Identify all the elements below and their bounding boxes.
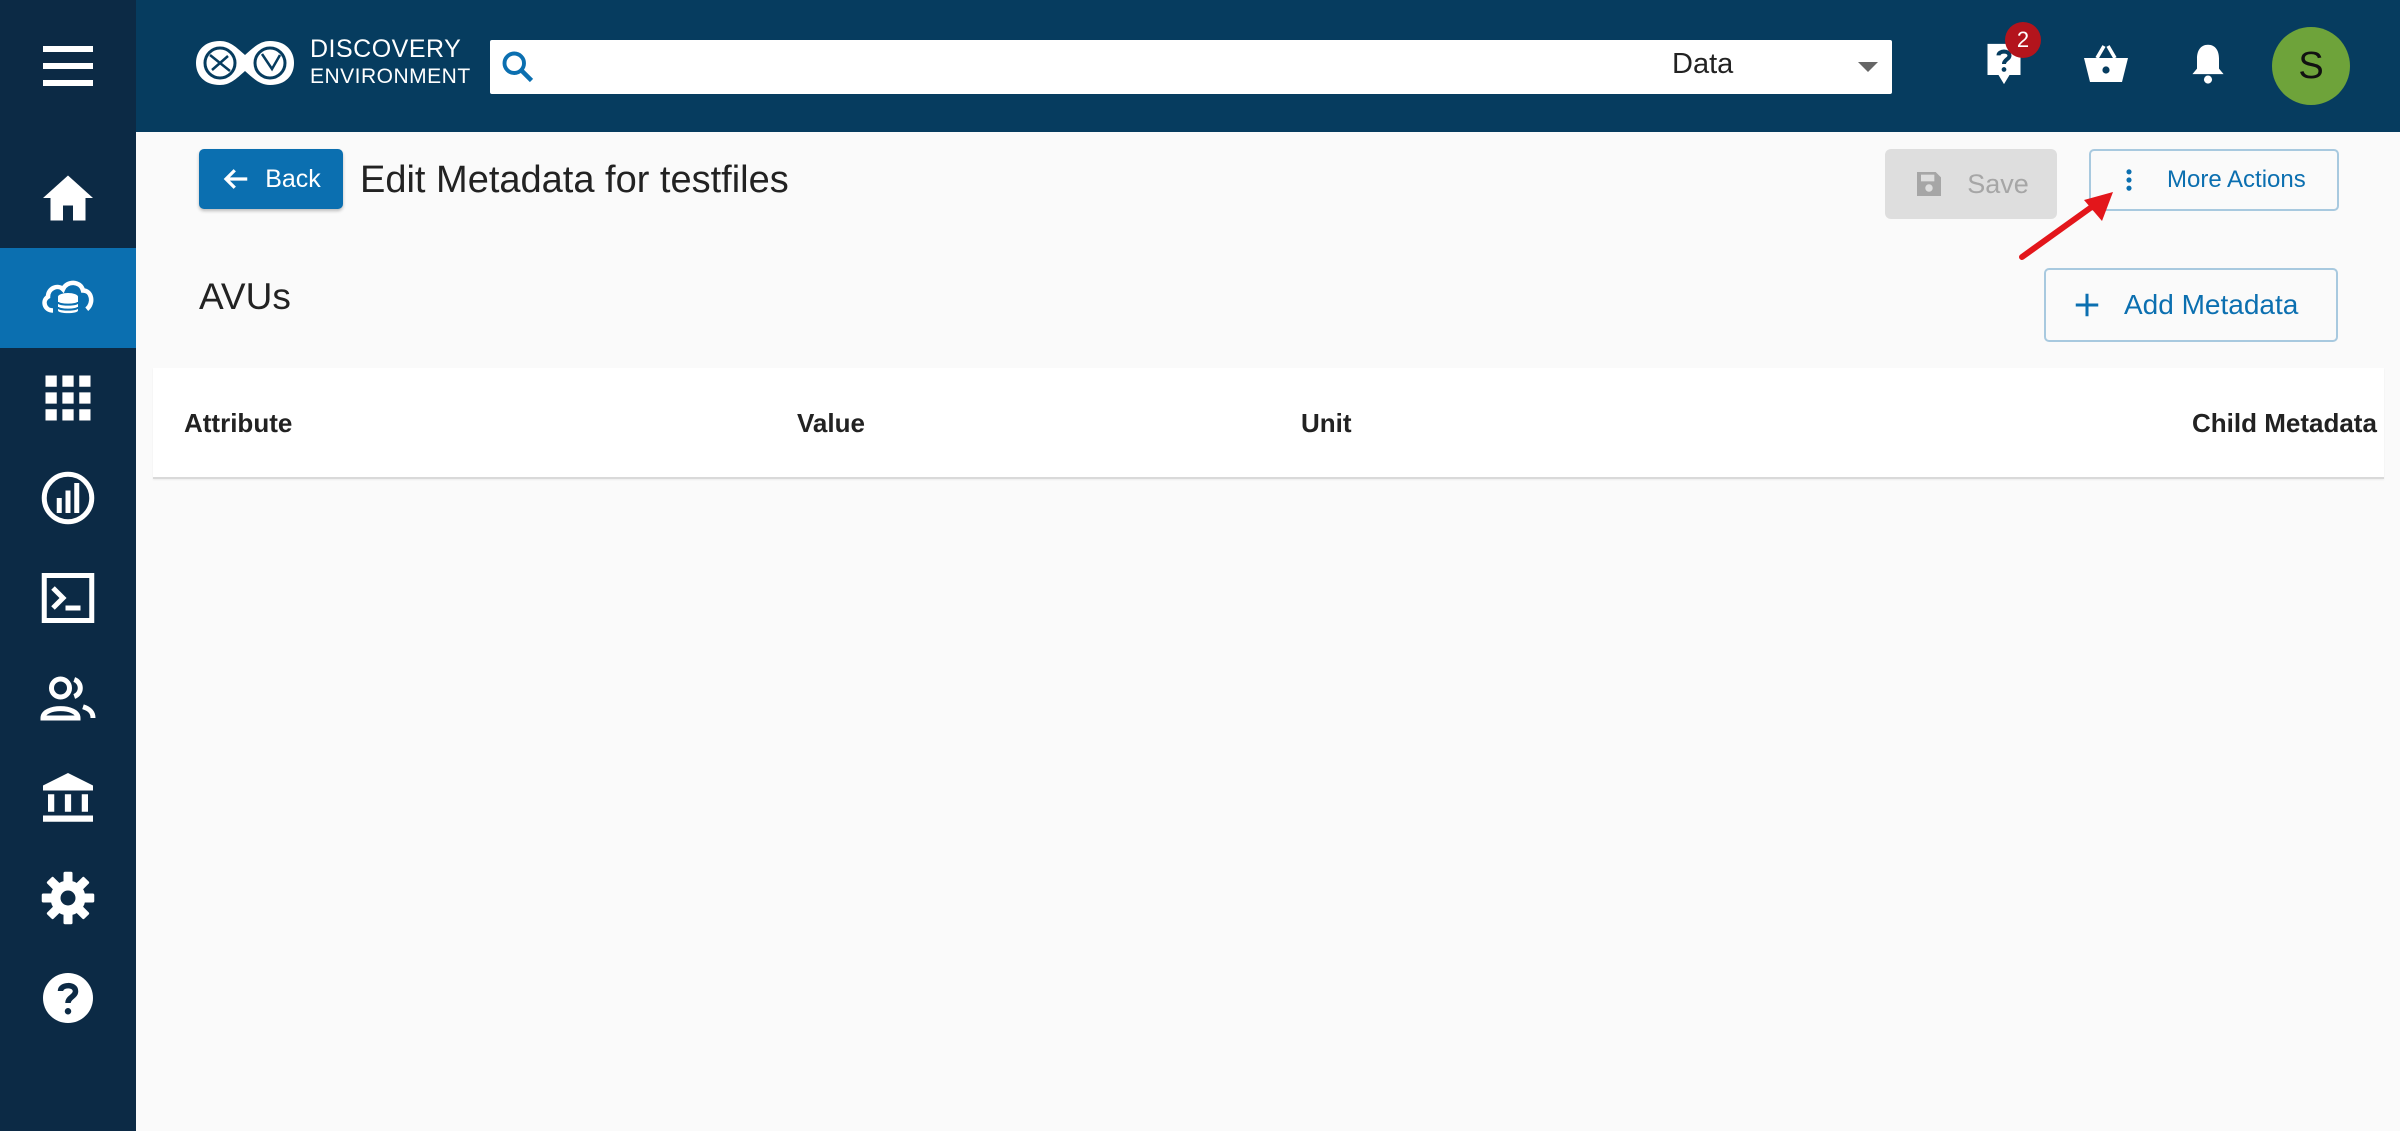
gear-icon — [41, 871, 95, 925]
basket-icon — [2084, 45, 2128, 82]
discovery-environment-logo-icon — [196, 41, 294, 85]
logo-line-2: ENVIRONMENT — [310, 65, 471, 88]
search-scope-value: Data — [1672, 47, 1734, 80]
user-avatar[interactable]: S — [2272, 27, 2350, 105]
plus-icon — [2075, 293, 2099, 317]
app-logo[interactable]: DISCOVERY ENVIRONMENT — [192, 28, 471, 98]
sidebar — [0, 0, 136, 1131]
sidebar-item-data[interactable] — [0, 248, 136, 348]
sidebar-item-home[interactable] — [0, 148, 136, 248]
terminal-icon — [41, 573, 95, 623]
column-header-child-metadata[interactable]: Child Metadata — [2192, 408, 2377, 439]
more-actions-button[interactable]: More Actions — [2089, 149, 2339, 211]
help-icon — [43, 973, 93, 1023]
section-title: AVUs — [199, 276, 291, 317]
logo-line-1: DISCOVERY — [310, 35, 462, 63]
sidebar-item-vice[interactable] — [0, 548, 136, 648]
bell-icon — [2192, 44, 2224, 84]
back-button[interactable]: Back — [199, 149, 343, 209]
add-metadata-label: Add Metadata — [2124, 289, 2299, 320]
search-scope-select[interactable]: Data — [1666, 40, 1892, 94]
back-button-label: Back — [265, 164, 321, 193]
global-search: Data — [490, 40, 1892, 94]
column-header-unit[interactable]: Unit — [1301, 408, 1352, 439]
add-metadata-button[interactable]: Add Metadata — [2044, 268, 2338, 342]
analyses-icon — [41, 471, 95, 525]
sidebar-item-analyses[interactable] — [0, 448, 136, 548]
page-title: Edit Metadata for testfiles — [360, 159, 789, 201]
teams-icon — [40, 676, 96, 721]
more-actions-label: More Actions — [2167, 166, 2306, 193]
column-header-attribute[interactable]: Attribute — [184, 408, 292, 439]
sidebar-item-apps[interactable] — [0, 348, 136, 448]
menu-icon — [43, 46, 93, 86]
sidebar-item-teams[interactable] — [0, 648, 136, 748]
sidebar-item-settings[interactable] — [0, 848, 136, 948]
sidebar-item-help[interactable] — [0, 948, 136, 1048]
sidebar-item-collections[interactable] — [0, 748, 136, 848]
chevron-down-icon — [1858, 62, 1878, 72]
home-icon — [43, 175, 93, 221]
notifications-button[interactable] — [2180, 34, 2236, 94]
cart-button[interactable] — [2078, 34, 2134, 94]
menu-button[interactable] — [0, 16, 136, 116]
apps-icon — [45, 375, 91, 421]
collections-icon — [43, 773, 93, 822]
arrow-left-icon — [223, 169, 248, 189]
avu-table: Attribute Value Unit Child Metadata — [153, 368, 2384, 479]
app-logo-text: DISCOVERY ENVIRONMENT — [310, 35, 471, 91]
more-vertical-icon — [2126, 169, 2132, 191]
search-input[interactable] — [544, 46, 1668, 90]
floppy-disk-icon — [1917, 172, 1942, 196]
column-header-value[interactable]: Value — [797, 408, 865, 439]
search-icon[interactable] — [500, 49, 536, 85]
save-button[interactable]: Save — [1885, 149, 2057, 219]
top-bar: DISCOVERY ENVIRONMENT Data 2 S — [136, 0, 2400, 132]
save-button-label: Save — [1967, 168, 2029, 199]
help-badge: 2 — [2005, 22, 2041, 58]
data-icon — [42, 280, 94, 314]
